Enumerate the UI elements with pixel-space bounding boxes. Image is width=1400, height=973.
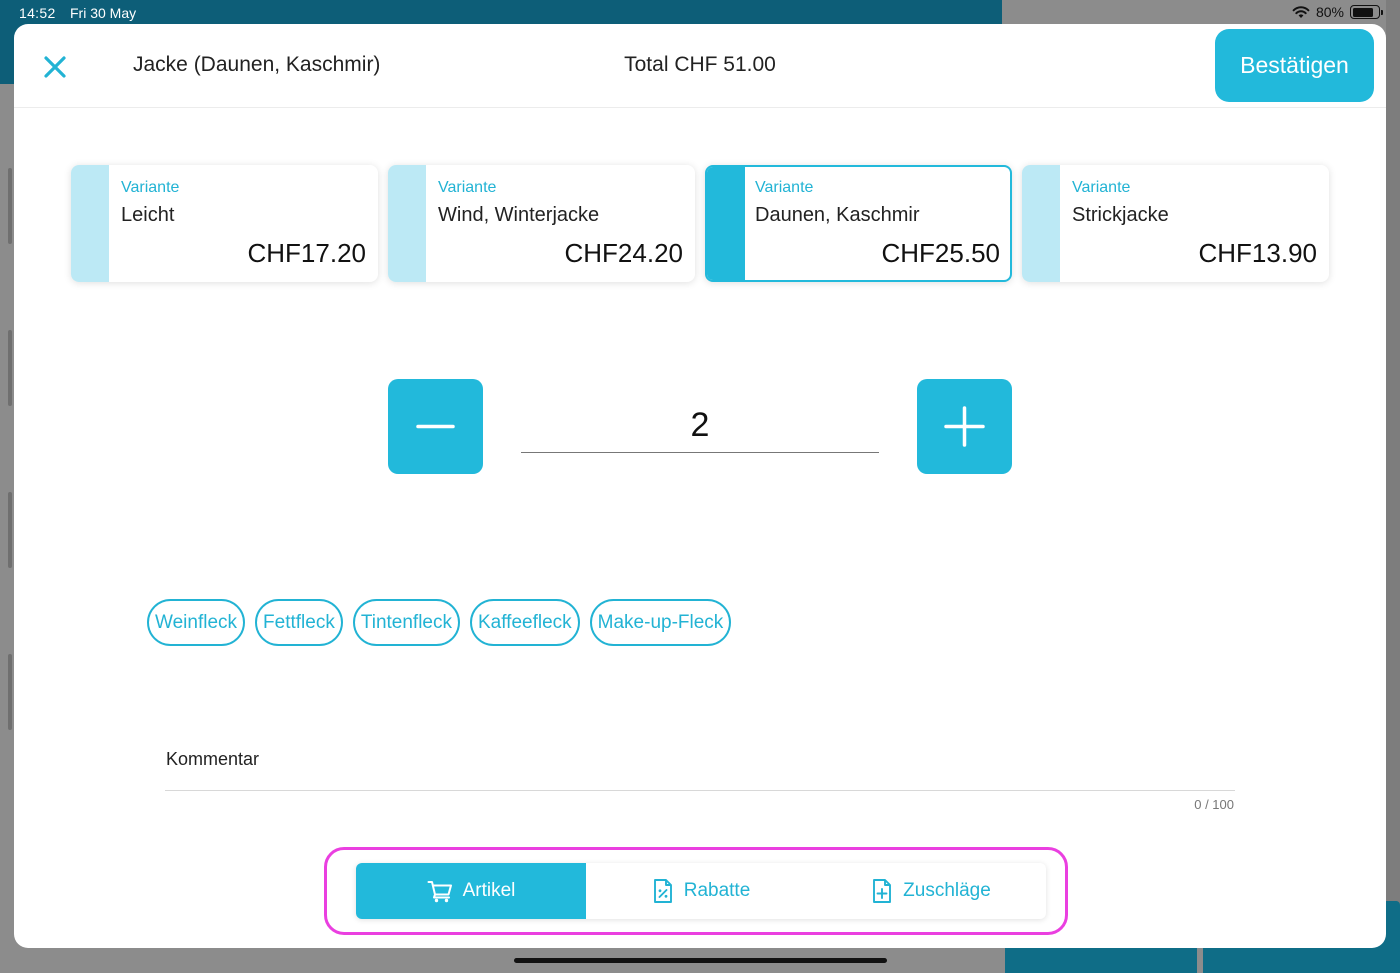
- tag-tintenfleck[interactable]: Tintenfleck: [352, 599, 460, 646]
- variant-price: CHF24.20: [564, 238, 684, 268]
- variant-name: Leicht: [121, 204, 175, 226]
- comment-character-counter: 0 / 100: [1194, 797, 1234, 812]
- variant-name: Strickjacke: [1072, 204, 1169, 226]
- home-indicator: [514, 958, 887, 963]
- stain-tag-list: Weinfleck Fettfleck Tintenfleck Kaffeefl…: [147, 599, 732, 647]
- variant-card-wind-winterjacke[interactable]: Variante Wind, Winterjacke CHF24.20: [388, 165, 695, 282]
- modal-header: Jacke (Daunen, Kaschmir) Total CHF 51.00…: [14, 24, 1386, 108]
- status-date: Fri 30 May: [70, 5, 137, 21]
- tab-rabatte[interactable]: Rabatte: [586, 863, 816, 919]
- variant-card-daunen-kaschmir[interactable]: Variante Daunen, Kaschmir CHF25.50: [705, 165, 1012, 282]
- tag-fettfleck[interactable]: Fettfleck: [255, 599, 343, 646]
- tab-artikel[interactable]: Artikel: [356, 863, 586, 919]
- variant-stripe: [707, 167, 745, 280]
- variant-caption: Variante: [438, 179, 497, 196]
- quantity-value: 2: [690, 406, 710, 444]
- variant-card-leicht[interactable]: Variante Leicht CHF17.20: [71, 165, 378, 282]
- plus-icon: [944, 406, 985, 447]
- add-document-icon: [873, 879, 892, 903]
- status-indicators: 80%: [1292, 4, 1383, 20]
- tab-zuschlaege[interactable]: Zuschläge: [816, 863, 1046, 919]
- battery-level: [1352, 7, 1373, 17]
- variant-caption: Variante: [755, 179, 814, 196]
- variant-name: Daunen, Kaschmir: [755, 204, 920, 226]
- minus-icon: [416, 424, 455, 429]
- wifi-icon: [1292, 6, 1310, 18]
- variant-caption: Variante: [121, 179, 180, 196]
- tag-make-up-fleck[interactable]: Make-up-Fleck: [589, 599, 732, 646]
- status-bar: 14:52 Fri 30 May 80%: [0, 0, 1400, 26]
- article-modal: Jacke (Daunen, Kaschmir) Total CHF 51.00…: [14, 24, 1386, 948]
- variant-stripe: [71, 165, 109, 282]
- tag-weinfleck[interactable]: Weinfleck: [147, 599, 246, 646]
- variant-stripe: [1022, 165, 1060, 282]
- variant-stripe: [388, 165, 426, 282]
- close-button[interactable]: [38, 50, 72, 84]
- background-decoration: [8, 168, 12, 244]
- background-decoration: [8, 492, 12, 568]
- tag-kaffeefleck[interactable]: Kaffeefleck: [470, 599, 580, 646]
- bottom-tab-bar: Artikel Rabatte Zuschläge: [356, 863, 1046, 919]
- quantity-field[interactable]: 2: [521, 394, 879, 453]
- discount-document-icon: [653, 879, 672, 903]
- tab-label: Artikel: [462, 880, 516, 901]
- item-title: Jacke (Daunen, Kaschmir): [133, 53, 381, 76]
- background-decoration: [8, 654, 12, 730]
- variant-price: CHF13.90: [1198, 238, 1318, 268]
- battery-percentage: 80%: [1315, 4, 1344, 20]
- battery-icon: [1350, 5, 1383, 19]
- comment-input[interactable]: [165, 747, 1235, 791]
- variant-caption: Variante: [1072, 179, 1131, 196]
- variant-name: Wind, Winterjacke: [438, 204, 600, 226]
- tab-label: Rabatte: [683, 880, 751, 901]
- confirm-button[interactable]: Bestätigen: [1215, 29, 1374, 102]
- variant-list: Variante Leicht CHF17.20 Variante Wind, …: [71, 165, 1329, 283]
- status-time: 14:52: [19, 5, 56, 21]
- variant-price: CHF17.20: [247, 238, 367, 268]
- close-x-icon: [44, 56, 66, 78]
- variant-card-strickjacke[interactable]: Variante Strickjacke CHF13.90: [1022, 165, 1329, 282]
- decrease-quantity-button[interactable]: [388, 379, 483, 474]
- tab-label: Zuschläge: [903, 880, 991, 901]
- increase-quantity-button[interactable]: [917, 379, 1012, 474]
- background-right-panel: [1386, 0, 1400, 973]
- background-decoration: [8, 330, 12, 406]
- cart-icon: [427, 881, 452, 903]
- variant-price: CHF25.50: [881, 238, 1001, 268]
